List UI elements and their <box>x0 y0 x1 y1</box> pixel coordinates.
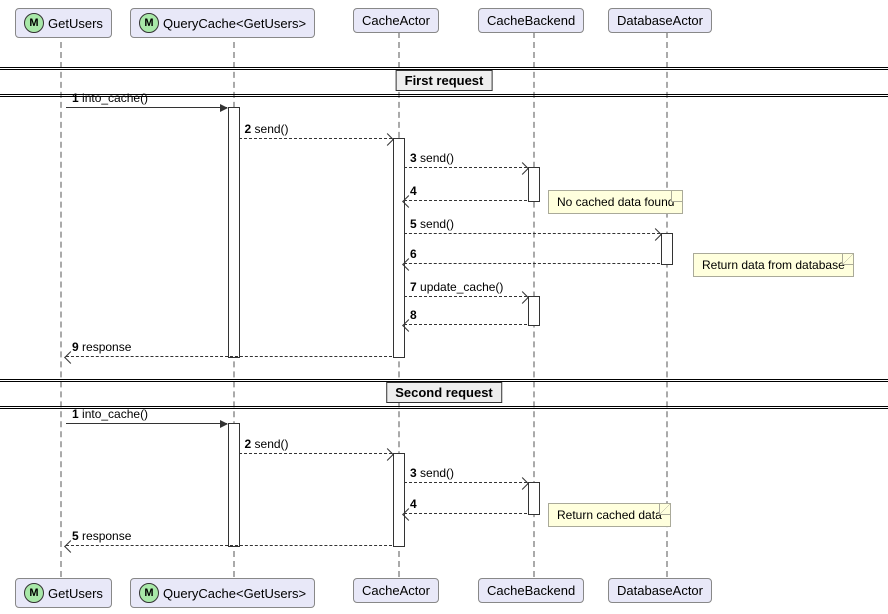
participant-getusers: M GetUsers <box>15 578 112 608</box>
note: Return data from database <box>693 253 854 277</box>
message-arrow <box>66 107 227 108</box>
message-label: 7 update_cache() <box>410 280 503 294</box>
message-label: 6 <box>410 247 417 261</box>
activation-bar <box>661 233 673 265</box>
message-arrow <box>404 482 527 483</box>
participant-label: QueryCache<GetUsers> <box>163 586 306 601</box>
section-label: Second request <box>386 382 502 403</box>
participant-label: DatabaseActor <box>617 583 703 598</box>
message-seq: 6 <box>410 247 417 261</box>
message-arrow <box>404 296 527 297</box>
message-text: into_cache() <box>79 407 148 421</box>
participant-label: CacheBackend <box>487 13 575 28</box>
participant-getusers: M GetUsers <box>15 8 112 38</box>
message-arrow <box>404 167 527 168</box>
message-text: send() <box>251 122 288 136</box>
message-text: send() <box>417 151 454 165</box>
message-text: update_cache() <box>417 280 504 294</box>
message-label: 4 <box>410 497 417 511</box>
message-arrow <box>66 545 392 546</box>
participant-label: CacheActor <box>362 583 430 598</box>
participant-label: CacheActor <box>362 13 430 28</box>
message-label: 8 <box>410 308 417 322</box>
message-text: response <box>79 529 132 543</box>
activation-bar <box>393 453 405 547</box>
participant-label: GetUsers <box>48 16 103 31</box>
participant-label: CacheBackend <box>487 583 575 598</box>
message-seq: 4 <box>410 184 417 198</box>
participant-cacheactor: CacheActor <box>353 8 439 33</box>
message-label: 5 response <box>72 529 131 543</box>
message-seq: 5 <box>410 217 417 231</box>
message-arrow <box>404 200 527 201</box>
message-seq: 5 <box>72 529 79 543</box>
participant-cacheactor: CacheActor <box>353 578 439 603</box>
message-seq: 1 <box>72 91 79 105</box>
lifeline-getusers <box>60 32 62 577</box>
activation-bar <box>528 296 540 326</box>
participant-databaseactor: DatabaseActor <box>608 578 712 603</box>
message-label: 3 send() <box>410 466 454 480</box>
message-text: send() <box>417 466 454 480</box>
activation-bar <box>228 107 240 358</box>
lifeline-databaseactor <box>666 32 668 577</box>
message-type-icon: M <box>139 583 159 603</box>
message-text: response <box>79 340 132 354</box>
message-type-icon: M <box>24 583 44 603</box>
message-seq: 4 <box>410 497 417 511</box>
activation-bar <box>228 423 240 547</box>
participant-databaseactor: DatabaseActor <box>608 8 712 33</box>
note: Return cached data <box>548 503 671 527</box>
participant-cachebackend: CacheBackend <box>478 8 584 33</box>
message-seq: 7 <box>410 280 417 294</box>
section-label: First request <box>396 70 493 91</box>
message-seq: 9 <box>72 340 79 354</box>
message-text: send() <box>417 217 454 231</box>
message-label: 1 into_cache() <box>72 407 148 421</box>
message-arrow <box>404 324 527 325</box>
message-seq: 3 <box>410 151 417 165</box>
message-label: 3 send() <box>410 151 454 165</box>
participant-querycache: M QueryCache<GetUsers> <box>130 8 315 38</box>
message-arrow <box>404 263 660 264</box>
activation-bar <box>528 167 540 202</box>
message-arrow <box>239 138 393 139</box>
message-label: 4 <box>410 184 417 198</box>
message-text: send() <box>251 437 288 451</box>
activation-bar <box>528 482 540 515</box>
message-arrow <box>66 423 227 424</box>
message-seq: 1 <box>72 407 79 421</box>
message-label: 5 send() <box>410 217 454 231</box>
message-label: 2 send() <box>245 122 289 136</box>
message-type-icon: M <box>139 13 159 33</box>
message-label: 9 response <box>72 340 131 354</box>
message-type-icon: M <box>24 13 44 33</box>
message-arrow <box>404 513 527 514</box>
message-arrow <box>66 356 392 357</box>
message-arrow <box>239 453 393 454</box>
participant-label: DatabaseActor <box>617 13 703 28</box>
message-text: into_cache() <box>79 91 148 105</box>
participant-label: GetUsers <box>48 586 103 601</box>
participant-label: QueryCache<GetUsers> <box>163 16 306 31</box>
note: No cached data found <box>548 190 683 214</box>
message-label: 1 into_cache() <box>72 91 148 105</box>
participant-querycache: M QueryCache<GetUsers> <box>130 578 315 608</box>
sequence-diagram: M GetUsers M QueryCache<GetUsers> CacheActor… <box>0 0 888 614</box>
message-label: 2 send() <box>245 437 289 451</box>
message-seq: 8 <box>410 308 417 322</box>
participant-cachebackend: CacheBackend <box>478 578 584 603</box>
message-seq: 3 <box>410 466 417 480</box>
message-arrow <box>404 233 660 234</box>
